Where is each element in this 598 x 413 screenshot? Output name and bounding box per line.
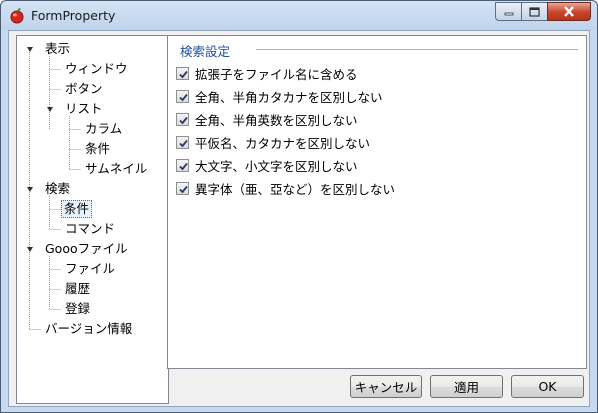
- checkmark-icon: [179, 70, 188, 78]
- minimize-icon: [504, 12, 513, 15]
- tree-item-history[interactable]: 履歴: [63, 280, 92, 298]
- tree-item-column[interactable]: カラム: [83, 120, 124, 138]
- expand-toggle-icon[interactable]: [47, 107, 53, 112]
- tree-item-search-condition[interactable]: 条件: [61, 200, 93, 218]
- tree-item-thumbnail[interactable]: サムネイル: [83, 160, 149, 178]
- option-ignore-kana-type[interactable]: 平仮名、カタカナを区別しない: [176, 133, 370, 151]
- settings-tree[interactable]: 表示 ウィンドウ ボタン リスト カラム 条件 サムネイル 検索 条件 コマンド…: [16, 35, 169, 404]
- checkbox[interactable]: [176, 89, 189, 103]
- cancel-button[interactable]: キャンセル: [350, 375, 422, 398]
- checkmark-icon: [179, 93, 188, 101]
- option-ignore-case[interactable]: 大文字、小文字を区別しない: [176, 156, 358, 174]
- checkbox[interactable]: [176, 66, 189, 80]
- ok-button[interactable]: OK: [511, 375, 584, 398]
- option-label: 全角、半角英数を区別しない: [195, 112, 358, 128]
- form-property-window: FormProperty 表示 ウィンドウ ボタン リスト カラム 条件 サムネ…: [0, 0, 598, 413]
- window-title: FormProperty: [31, 8, 116, 23]
- checkbox[interactable]: [176, 158, 189, 172]
- option-ignore-alnum-width[interactable]: 全角、半角英数を区別しない: [176, 110, 358, 128]
- option-ignore-variant-kanji[interactable]: 異字体（亜、亞など）を区別しない: [176, 179, 395, 197]
- option-label: 異字体（亜、亞など）を区別しない: [195, 181, 396, 197]
- checkmark-icon: [179, 139, 188, 147]
- expand-toggle-icon[interactable]: [27, 47, 33, 52]
- close-button[interactable]: [547, 2, 591, 21]
- option-include-extension[interactable]: 拡張子をファイル名に含める: [176, 64, 358, 82]
- checkbox[interactable]: [176, 112, 189, 126]
- checkmark-icon: [179, 116, 188, 124]
- tree-item-gooo-file[interactable]: Goooファイル: [43, 240, 130, 258]
- apply-button[interactable]: 適用: [430, 375, 503, 398]
- tree-item-register[interactable]: 登録: [63, 300, 92, 318]
- app-icon: [10, 8, 24, 24]
- option-label: 平仮名、カタカナを区別しない: [195, 135, 371, 151]
- checkbox[interactable]: [176, 135, 189, 149]
- checkmark-icon: [179, 185, 188, 193]
- tree-item-file[interactable]: ファイル: [63, 260, 117, 278]
- checkmark-icon: [179, 162, 188, 170]
- checkbox[interactable]: [176, 181, 189, 195]
- tree-item-display[interactable]: 表示: [43, 40, 72, 58]
- maximize-button[interactable]: [521, 2, 547, 21]
- tree-item-version-info[interactable]: バージョン情報: [43, 320, 134, 338]
- search-settings-panel: 検索設定 拡張子をファイル名に含める 全角、半角カタカナを区別しない 全角、半角…: [167, 35, 587, 369]
- tree-item-list-condition[interactable]: 条件: [83, 140, 112, 158]
- group-title: 検索設定: [180, 44, 231, 59]
- title-bar[interactable]: FormProperty: [1, 1, 597, 30]
- tree-item-command[interactable]: コマンド: [63, 220, 117, 238]
- group-divider: [256, 49, 578, 50]
- maximize-icon: [529, 6, 540, 17]
- tree-item-button[interactable]: ボタン: [63, 80, 105, 98]
- caption-buttons: [495, 2, 591, 21]
- option-ignore-katakana-width[interactable]: 全角、半角カタカナを区別しない: [176, 87, 383, 105]
- expand-toggle-icon[interactable]: [27, 187, 33, 192]
- tree-item-search[interactable]: 検索: [43, 180, 72, 198]
- option-label: 大文字、小文字を区別しない: [195, 158, 358, 174]
- tree-item-list[interactable]: リスト: [63, 100, 105, 118]
- option-label: 拡張子をファイル名に含める: [195, 66, 358, 82]
- expand-toggle-icon[interactable]: [27, 247, 33, 252]
- close-icon: [564, 6, 574, 17]
- minimize-button[interactable]: [495, 2, 521, 21]
- dialog-client-area: 表示 ウィンドウ ボタン リスト カラム 条件 サムネイル 検索 条件 コマンド…: [8, 30, 590, 407]
- option-label: 全角、半角カタカナを区別しない: [195, 89, 383, 105]
- tree-item-window[interactable]: ウィンドウ: [63, 60, 130, 78]
